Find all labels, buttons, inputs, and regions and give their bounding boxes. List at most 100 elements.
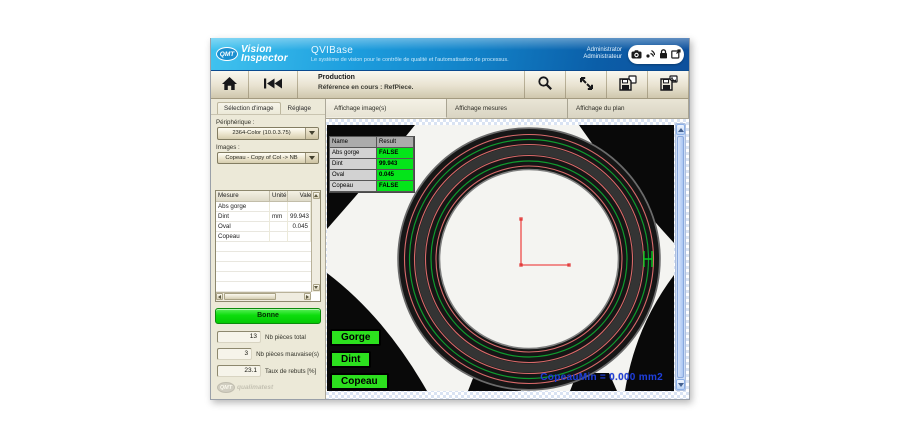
header-icon-group — [628, 45, 684, 64]
label-dint[interactable]: Dint — [330, 351, 371, 368]
tab-affichage-mesures[interactable]: Affichage mesures — [447, 99, 568, 118]
qmt-badge-icon: QMT — [217, 382, 235, 393]
scroll-left-icon[interactable] — [216, 293, 223, 300]
app-name: QVIBase — [311, 45, 583, 56]
tab-affichage-images[interactable]: Affichage image(s) — [326, 99, 447, 118]
table-row[interactable]: Oval 0.045 — [216, 222, 311, 232]
qualimatest-logo: QMT qualimatest — [217, 382, 325, 393]
cell-mesure: Abs gorge — [216, 202, 270, 212]
scroll-down-icon[interactable] — [676, 379, 685, 390]
scroll-up-icon[interactable] — [313, 192, 320, 199]
peripheral-label: Périphérique : — [216, 119, 325, 126]
tab-reglage[interactable]: Réglage — [282, 103, 317, 114]
search-icon — [537, 75, 553, 94]
scrollbar-thumb[interactable] — [224, 293, 276, 300]
qmt-logo-icon: QMT — [216, 47, 238, 61]
copeau-min-annotation: CopeauMin = 0.000 mm2 — [540, 372, 663, 383]
cell-mesure: Oval — [216, 222, 270, 232]
user-role-fr: Administrateur — [583, 54, 622, 61]
toolbar-separator — [688, 71, 689, 98]
user-role-en: Administrator — [583, 47, 622, 54]
save-document-icon — [618, 75, 637, 95]
chevron-down-icon[interactable] — [305, 128, 318, 138]
table-row[interactable]: Copeau — [216, 232, 311, 242]
save-report-button[interactable] — [607, 71, 647, 98]
export-window-icon[interactable] — [671, 49, 681, 59]
tab-selection-image[interactable]: Sélection d'image — [217, 102, 281, 114]
save-image-button[interactable] — [648, 71, 688, 98]
scroll-down-icon[interactable] — [313, 284, 320, 291]
cell-unite: mm — [270, 212, 288, 222]
col-mesure[interactable]: Mesure — [216, 191, 270, 201]
table-horizontal-scrollbar[interactable] — [216, 292, 311, 301]
toolbar: Production Référence en cours : RefPiece… — [211, 71, 689, 99]
mode-label: Production — [318, 74, 524, 81]
cell-mesure: Copeau — [216, 232, 270, 242]
lock-icon[interactable] — [659, 49, 668, 59]
vision-inspector-logo: QMT Vision Inspector — [211, 45, 303, 63]
cell-valeur: 99.943 — [288, 212, 311, 222]
sidebar-tabs: Sélection d'image Réglage — [211, 101, 325, 115]
measure-label-group: Gorge Dint Copeau — [330, 329, 389, 395]
scroll-right-icon[interactable] — [304, 293, 311, 300]
scrollbar-thumb[interactable] — [677, 136, 684, 378]
table-row[interactable]: Dint mm 99.943 — [216, 212, 311, 222]
cell-unite — [270, 202, 288, 212]
label-copeau[interactable]: Copeau — [330, 373, 389, 390]
label-gorge[interactable]: Gorge — [330, 329, 381, 346]
search-button[interactable] — [525, 71, 565, 98]
stat-bad-value: 3 — [217, 348, 252, 360]
camera-icon[interactable] — [631, 50, 642, 59]
part-status-button[interactable]: Bonne — [215, 308, 321, 324]
app-subtitle: Le système de vision pour le contrôle de… — [311, 57, 583, 63]
measure-table: Mesure Unité Valeur Abs gorge Dint mm — [215, 190, 321, 302]
images-label: Images : — [216, 144, 325, 151]
overlay-row: Copeau FALSE — [330, 181, 414, 192]
chevron-down-icon[interactable] — [305, 153, 318, 163]
results-overlay-table: Name Result Abs gorge FALSE Dint 99.943 — [329, 136, 415, 193]
table-vertical-scrollbar[interactable] — [311, 191, 320, 292]
save-image-icon — [659, 75, 678, 95]
stat-reject-label: Taux de rebuts [%] — [261, 368, 316, 375]
stat-total: 13 Nb pièces total — [217, 331, 319, 343]
skip-to-start-button[interactable] — [249, 71, 297, 98]
col-unite[interactable]: Unité — [270, 191, 288, 201]
header: QMT Vision Inspector QVIBase Le système … — [211, 38, 689, 71]
cell-valeur — [288, 232, 311, 242]
fullscreen-button[interactable] — [566, 71, 606, 98]
window-body: Sélection d'image Réglage Périphérique :… — [211, 99, 689, 399]
sidebar: Sélection d'image Réglage Périphérique :… — [211, 99, 326, 399]
antenna-icon[interactable] — [645, 49, 655, 59]
skip-back-icon — [263, 77, 283, 93]
app-title-block: QVIBase Le système de vision pour le con… — [303, 45, 583, 63]
desktop: QMT Vision Inspector QVIBase Le système … — [0, 0, 900, 441]
peripheral-select[interactable]: 2364-Color (10.0.3.75) — [217, 127, 319, 139]
scroll-up-icon[interactable] — [676, 124, 685, 135]
stat-bad-label: Nb pièces mauvaise(s) — [252, 351, 319, 358]
current-reference-label: Référence en cours : RefPiece. — [318, 84, 524, 91]
measure-table-header: Mesure Unité Valeur — [216, 191, 320, 202]
stat-total-value: 13 — [217, 331, 261, 343]
resize-arrows-icon — [579, 76, 594, 94]
home-icon — [221, 76, 238, 94]
table-row[interactable]: Abs gorge — [216, 202, 311, 212]
images-value: Copeau - Copy of Col -> NB — [218, 153, 305, 163]
image-viewer[interactable]: Name Result Abs gorge FALSE Dint 99.943 — [326, 119, 689, 399]
logo-line2: Inspector — [241, 54, 288, 63]
app-window: QMT Vision Inspector QVIBase Le système … — [210, 38, 690, 400]
cell-unite — [270, 222, 288, 232]
overlay-name: Copeau — [329, 180, 377, 192]
overlay-result: FALSE — [376, 180, 414, 192]
home-button[interactable] — [211, 71, 248, 98]
display-tabs: Affichage image(s) Affichage mesures Aff… — [326, 99, 689, 119]
main-area: Affichage image(s) Affichage mesures Aff… — [326, 99, 689, 399]
measure-table-body: Abs gorge Dint mm 99.943 Oval 0.0 — [216, 202, 311, 292]
viewer-vertical-scrollbar[interactable] — [675, 123, 686, 391]
stat-reject-rate: 23.1 Taux de rebuts [%] — [217, 365, 319, 377]
cell-mesure: Dint — [216, 212, 270, 222]
cell-valeur: 0.045 — [288, 222, 311, 232]
production-stats: 13 Nb pièces total 3 Nb pièces mauvaise(… — [217, 331, 319, 382]
images-select[interactable]: Copeau - Copy of Col -> NB — [217, 152, 319, 164]
cell-unite — [270, 232, 288, 242]
tab-affichage-plan[interactable]: Affichage du plan — [568, 99, 689, 118]
